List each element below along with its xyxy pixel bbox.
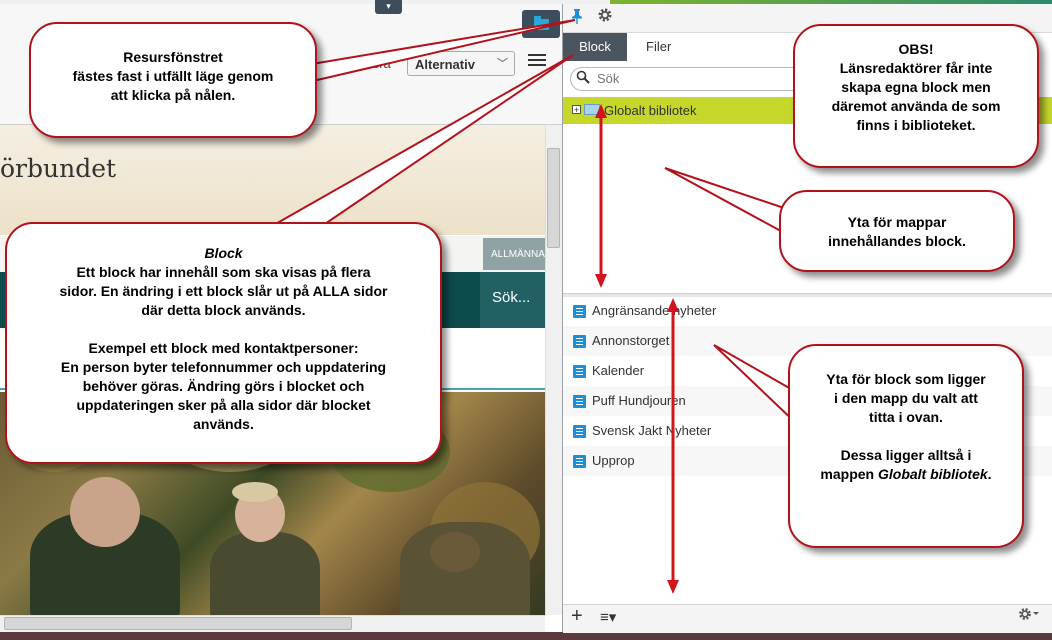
tab-filer[interactable]: Filer bbox=[646, 39, 671, 54]
callout-line: Resursfönstret bbox=[123, 49, 223, 65]
tab-block[interactable]: Block bbox=[563, 33, 627, 61]
callout-text: . bbox=[987, 466, 992, 482]
callout-line: Yta för block som ligger bbox=[826, 371, 986, 387]
callout-line: Ett block har innehåll som ska visas på … bbox=[76, 264, 371, 280]
window-bottom-frame bbox=[0, 632, 1052, 640]
callout-block-definition: Block Ett block har innehåll som ska vis… bbox=[5, 222, 442, 464]
callout-line: titta i ovan. bbox=[869, 409, 943, 425]
options-dropdown-label: Alternativ bbox=[415, 57, 475, 72]
gear-icon[interactable] bbox=[597, 7, 613, 28]
callout-line: finns i biblioteket. bbox=[856, 117, 976, 133]
callout-text: mappen bbox=[820, 466, 875, 482]
callout-line: En person byter telefonnummer och uppdat… bbox=[60, 359, 387, 375]
callout-folder-area: Yta för mappar innehållandes block. bbox=[779, 190, 1015, 272]
block-label: Upprop bbox=[592, 453, 635, 468]
callout-line: skapa egna block men bbox=[841, 79, 991, 95]
folder-label: Globalt bibliotek bbox=[604, 103, 697, 118]
callout-line: däremot använda de som bbox=[831, 98, 1001, 114]
block-list-item[interactable]: Angränsande nyheter bbox=[563, 296, 1052, 326]
block-icon bbox=[573, 425, 586, 438]
callout-pin-info: Resursfönstret fästes fast i utfällt läg… bbox=[29, 22, 317, 138]
list-view-icon[interactable] bbox=[528, 54, 546, 70]
toggle-toolbar-button[interactable]: ▾ bbox=[375, 0, 402, 14]
nav-item-allmanna[interactable]: ALLMÄNNA bbox=[483, 238, 545, 270]
gear-icon[interactable] bbox=[1018, 607, 1040, 625]
callout-line: i den mapp du valt att bbox=[834, 390, 978, 406]
callout-line: innehållandes block. bbox=[828, 233, 966, 249]
block-label: Annonstorget bbox=[592, 333, 670, 348]
expand-icon[interactable]: + bbox=[572, 105, 581, 115]
search-icon bbox=[576, 70, 590, 87]
vertical-scroll-thumb[interactable] bbox=[547, 148, 560, 248]
callout-line: OBS! bbox=[898, 41, 934, 57]
callout-obs: OBS! Länsredaktörer får inte skapa egna … bbox=[793, 24, 1039, 168]
callout-line: fästes fast i utfällt läge genom bbox=[72, 68, 274, 84]
block-icon bbox=[573, 305, 586, 318]
callout-line: Exempel ett block med kontaktpersoner: bbox=[88, 340, 359, 356]
horizontal-scroll-thumb[interactable] bbox=[4, 617, 352, 630]
callout-line bbox=[790, 427, 1022, 446]
options-dropdown[interactable]: Alternativ ﹀ bbox=[407, 51, 515, 76]
callout-title: Block bbox=[204, 245, 243, 261]
callout-line: används. bbox=[193, 416, 254, 432]
chevron-down-icon: ﹀ bbox=[497, 58, 508, 70]
site-search-field[interactable]: Sök... bbox=[480, 272, 545, 328]
asset-pane-toggle-button[interactable] bbox=[522, 10, 560, 38]
block-label: Puff Hundjouren bbox=[592, 393, 686, 408]
callout-line: mappen Globalt bibliotek. bbox=[790, 465, 1022, 484]
plus-icon[interactable]: + bbox=[571, 605, 583, 628]
callout-line: Dessa ligger alltså i bbox=[840, 447, 972, 463]
pin-icon[interactable] bbox=[571, 9, 583, 28]
site-title: örbundet bbox=[0, 154, 117, 183]
search-input[interactable] bbox=[595, 70, 799, 87]
callout-line: behöver göras. Ändring görs i blocket oc… bbox=[82, 378, 365, 394]
callout-folder-name: Globalt bibliotek bbox=[878, 466, 988, 482]
assets-pane-footer bbox=[563, 604, 1052, 633]
block-icon bbox=[573, 395, 586, 408]
block-label: Angränsande nyheter bbox=[592, 303, 717, 318]
publish-label: publicera bbox=[338, 56, 391, 71]
block-icon bbox=[573, 455, 586, 468]
folder-icon bbox=[534, 16, 549, 30]
block-label: Kalender bbox=[592, 363, 645, 378]
block-icon bbox=[573, 365, 586, 378]
menu-icon[interactable]: ≡▾ bbox=[600, 608, 616, 626]
callout-line: Yta för mappar bbox=[847, 214, 947, 230]
block-icon bbox=[573, 335, 586, 348]
block-label: Svensk Jakt Nyheter bbox=[592, 423, 712, 438]
callout-line: uppdateringen sker på alla sidor där blo… bbox=[76, 397, 371, 413]
folder-icon bbox=[584, 104, 600, 115]
callout-line: sidor. En ändring i ett block slår ut på… bbox=[59, 283, 388, 299]
callout-line bbox=[7, 320, 440, 339]
callout-line: att klicka på nålen. bbox=[110, 87, 236, 103]
callout-line: där detta block används. bbox=[141, 302, 306, 318]
callout-block-area: Yta för block som ligger i den mapp du v… bbox=[788, 344, 1024, 548]
callout-line: Länsredaktörer får inte bbox=[839, 60, 993, 76]
